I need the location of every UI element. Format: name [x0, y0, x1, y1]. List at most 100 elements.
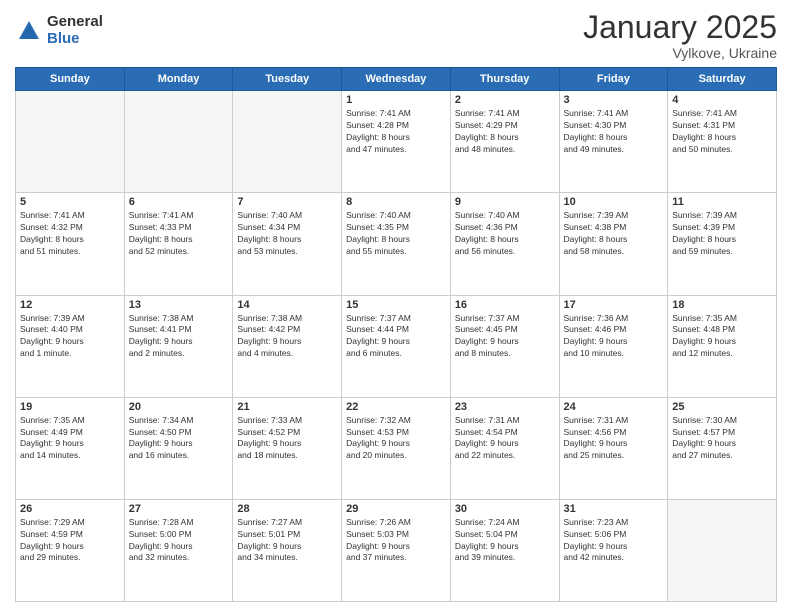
weekday-header-sunday: Sunday — [16, 68, 125, 91]
day-info: Sunrise: 7:39 AM Sunset: 4:40 PM Dayligh… — [20, 313, 120, 361]
day-number: 14 — [237, 299, 337, 311]
day-info: Sunrise: 7:32 AM Sunset: 4:53 PM Dayligh… — [346, 415, 446, 463]
day-number: 1 — [346, 94, 446, 106]
weekday-header-row: SundayMondayTuesdayWednesdayThursdayFrid… — [16, 68, 777, 91]
weekday-header-tuesday: Tuesday — [233, 68, 342, 91]
calendar-cell-w4-d1: 27Sunrise: 7:28 AM Sunset: 5:00 PM Dayli… — [124, 499, 233, 601]
day-info: Sunrise: 7:40 AM Sunset: 4:34 PM Dayligh… — [237, 210, 337, 258]
calendar-cell-w2-d3: 15 Sunrise: 7:37 AM Sunset: 4:44 PM Dayli… — [342, 295, 451, 397]
day-number: 19 — [20, 401, 120, 413]
day-number: 28 — [237, 503, 337, 515]
day-number: 3 — [564, 94, 664, 106]
calendar-cell-w0-d4: 2 Sunrise: 7:41 AM Sunset: 4:29 PM Daylig… — [450, 91, 559, 193]
day-number: 12 — [20, 299, 120, 311]
calendar-cell-w4-d5: 31Sunrise: 7:23 AM Sunset: 5:06 PM Dayli… — [559, 499, 668, 601]
day-info: Sunrise: 7:26 AM Sunset: 5:03 PM Dayligh… — [346, 517, 446, 565]
calendar-cell-w4-d4: 30 Sunrise: 7:24 AM Sunset: 5:04 PM Dayli… — [450, 499, 559, 601]
day-info: Sunrise: 7:24 AM Sunset: 5:04 PM Dayligh… — [455, 517, 555, 565]
day-info: Sunrise: 7:37 AM Sunset: 4:44 PM Dayligh… — [346, 313, 446, 361]
calendar-cell-w4-d2: 28 Sunrise: 7:27 AM Sunset: 5:01 PM Dayli… — [233, 499, 342, 601]
week-row-2: 12 Sunrise: 7:39 AM Sunset: 4:40 PM Dayli… — [16, 295, 777, 397]
day-number: 13 — [129, 299, 229, 311]
calendar-cell-w4-d3: 29 Sunrise: 7:26 AM Sunset: 5:03 PM Dayli… — [342, 499, 451, 601]
day-number: 17 — [564, 299, 664, 311]
day-info: Sunrise: 7:41 AM Sunset: 4:33 PM Dayligh… — [129, 210, 229, 258]
calendar-cell-w2-d2: 14 Sunrise: 7:38 AM Sunset: 4:42 PM Dayli… — [233, 295, 342, 397]
day-info: Sunrise: 7:27 AM Sunset: 5:01 PM Dayligh… — [237, 517, 337, 565]
day-info: Sunrise: 7:41 AM Sunset: 4:32 PM Dayligh… — [20, 210, 120, 258]
day-info: Sunrise: 7:33 AM Sunset: 4:52 PM Dayligh… — [237, 415, 337, 463]
logo-general: General — [47, 14, 103, 31]
day-info: Sunrise: 7:38 AM Sunset: 4:41 PM Dayligh… — [129, 313, 229, 361]
day-number: 10 — [564, 196, 664, 208]
day-number: 18 — [672, 299, 772, 311]
weekday-header-monday: Monday — [124, 68, 233, 91]
day-number: 24 — [564, 401, 664, 413]
day-info: Sunrise: 7:38 AM Sunset: 4:42 PM Dayligh… — [237, 313, 337, 361]
month-title: January 2025 — [583, 10, 777, 45]
day-number: 16 — [455, 299, 555, 311]
day-info: Sunrise: 7:41 AM Sunset: 4:31 PM Dayligh… — [672, 108, 772, 156]
day-info: Sunrise: 7:41 AM Sunset: 4:29 PM Dayligh… — [455, 108, 555, 156]
weekday-header-wednesday: Wednesday — [342, 68, 451, 91]
day-number: 4 — [672, 94, 772, 106]
day-number: 6 — [129, 196, 229, 208]
day-number: 23 — [455, 401, 555, 413]
day-number: 7 — [237, 196, 337, 208]
calendar-cell-w4-d6 — [668, 499, 777, 601]
calendar-cell-w2-d0: 12 Sunrise: 7:39 AM Sunset: 4:40 PM Dayli… — [16, 295, 125, 397]
day-info: Sunrise: 7:41 AM Sunset: 4:30 PM Dayligh… — [564, 108, 664, 156]
location: Vylkove, Ukraine — [583, 45, 777, 61]
day-info: Sunrise: 7:31 AM Sunset: 4:54 PM Dayligh… — [455, 415, 555, 463]
day-number: 5 — [20, 196, 120, 208]
day-info: Sunrise: 7:28 AM Sunset: 5:00 PM Dayligh… — [129, 517, 229, 565]
day-info: Sunrise: 7:39 AM Sunset: 4:38 PM Dayligh… — [564, 210, 664, 258]
calendar-table: SundayMondayTuesdayWednesdayThursdayFrid… — [15, 67, 777, 602]
day-number: 11 — [672, 196, 772, 208]
day-info: Sunrise: 7:39 AM Sunset: 4:39 PM Dayligh… — [672, 210, 772, 258]
calendar-cell-w2-d4: 16 Sunrise: 7:37 AM Sunset: 4:45 PM Dayli… — [450, 295, 559, 397]
weekday-header-friday: Friday — [559, 68, 668, 91]
day-info: Sunrise: 7:40 AM Sunset: 4:36 PM Dayligh… — [455, 210, 555, 258]
logo-text: General Blue — [47, 14, 103, 47]
calendar-cell-w3-d3: 22 Sunrise: 7:32 AM Sunset: 4:53 PM Dayli… — [342, 397, 451, 499]
calendar-cell-w3-d0: 19Sunrise: 7:35 AM Sunset: 4:49 PM Dayli… — [16, 397, 125, 499]
week-row-4: 26 Sunrise: 7:29 AM Sunset: 4:59 PM Dayli… — [16, 499, 777, 601]
day-info: Sunrise: 7:34 AM Sunset: 4:50 PM Dayligh… — [129, 415, 229, 463]
day-number: 26 — [20, 503, 120, 515]
day-info: Sunrise: 7:29 AM Sunset: 4:59 PM Dayligh… — [20, 517, 120, 565]
calendar-cell-w3-d6: 25 Sunrise: 7:30 AM Sunset: 4:57 PM Dayli… — [668, 397, 777, 499]
day-info: Sunrise: 7:41 AM Sunset: 4:28 PM Dayligh… — [346, 108, 446, 156]
calendar-cell-w1-d0: 5 Sunrise: 7:41 AM Sunset: 4:32 PM Daylig… — [16, 193, 125, 295]
logo: General Blue — [15, 14, 103, 47]
calendar-cell-w0-d6: 4 Sunrise: 7:41 AM Sunset: 4:31 PM Daylig… — [668, 91, 777, 193]
calendar-cell-w2-d5: 17Sunrise: 7:36 AM Sunset: 4:46 PM Dayli… — [559, 295, 668, 397]
day-info: Sunrise: 7:30 AM Sunset: 4:57 PM Dayligh… — [672, 415, 772, 463]
day-number: 8 — [346, 196, 446, 208]
calendar-cell-w0-d0 — [16, 91, 125, 193]
calendar-cell-w1-d1: 6 Sunrise: 7:41 AM Sunset: 4:33 PM Daylig… — [124, 193, 233, 295]
day-number: 15 — [346, 299, 446, 311]
day-number: 22 — [346, 401, 446, 413]
calendar-cell-w1-d5: 10 Sunrise: 7:39 AM Sunset: 4:38 PM Dayli… — [559, 193, 668, 295]
calendar-cell-w3-d1: 20 Sunrise: 7:34 AM Sunset: 4:50 PM Dayli… — [124, 397, 233, 499]
day-number: 2 — [455, 94, 555, 106]
day-info: Sunrise: 7:37 AM Sunset: 4:45 PM Dayligh… — [455, 313, 555, 361]
calendar-cell-w1-d3: 8 Sunrise: 7:40 AM Sunset: 4:35 PM Daylig… — [342, 193, 451, 295]
calendar-cell-w3-d2: 21Sunrise: 7:33 AM Sunset: 4:52 PM Dayli… — [233, 397, 342, 499]
calendar-cell-w3-d4: 23 Sunrise: 7:31 AM Sunset: 4:54 PM Dayli… — [450, 397, 559, 499]
day-number: 29 — [346, 503, 446, 515]
weekday-header-saturday: Saturday — [668, 68, 777, 91]
week-row-3: 19Sunrise: 7:35 AM Sunset: 4:49 PM Dayli… — [16, 397, 777, 499]
calendar-cell-w3-d5: 24Sunrise: 7:31 AM Sunset: 4:56 PM Dayli… — [559, 397, 668, 499]
day-number: 31 — [564, 503, 664, 515]
calendar-cell-w0-d3: 1 Sunrise: 7:41 AM Sunset: 4:28 PM Daylig… — [342, 91, 451, 193]
day-number: 30 — [455, 503, 555, 515]
calendar-cell-w2-d1: 13 Sunrise: 7:38 AM Sunset: 4:41 PM Dayli… — [124, 295, 233, 397]
calendar-cell-w1-d6: 11 Sunrise: 7:39 AM Sunset: 4:39 PM Dayli… — [668, 193, 777, 295]
calendar-cell-w1-d4: 9Sunrise: 7:40 AM Sunset: 4:36 PM Daylig… — [450, 193, 559, 295]
weekday-header-thursday: Thursday — [450, 68, 559, 91]
day-number: 25 — [672, 401, 772, 413]
day-info: Sunrise: 7:40 AM Sunset: 4:35 PM Dayligh… — [346, 210, 446, 258]
day-number: 20 — [129, 401, 229, 413]
